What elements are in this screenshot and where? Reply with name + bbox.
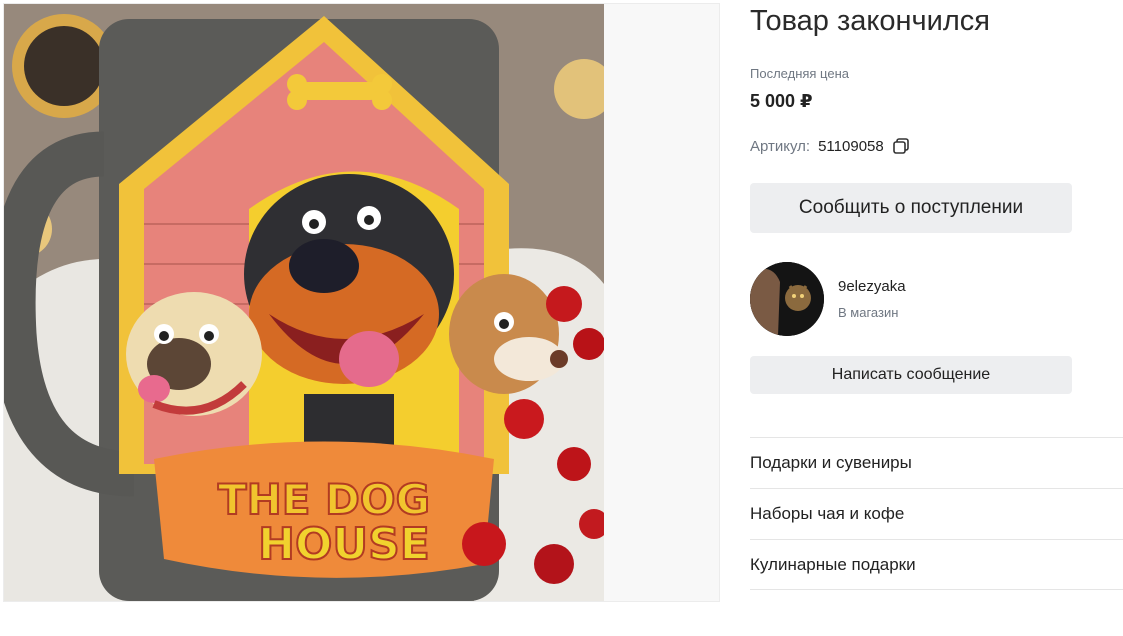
copy-icon[interactable] [892, 137, 910, 155]
write-message-button[interactable]: Написать сообщение [750, 356, 1072, 394]
last-price-value: 5 000 ₽ [750, 91, 813, 111]
notify-availability-button[interactable]: Сообщить о поступлении [750, 183, 1072, 233]
category-item[interactable]: Кулинарные подарки [750, 539, 1123, 590]
seller-name[interactable]: 9elezyaka [838, 278, 906, 295]
sku-label: Артикул: [750, 137, 811, 155]
product-photo[interactable]: THE DOG HOUSE [4, 4, 604, 601]
product-gallery[interactable]: THE DOG HOUSE [3, 3, 720, 602]
seller-card: 9elezyaka В магазин [750, 262, 906, 336]
store-link[interactable]: В магазин [838, 305, 906, 320]
category-item[interactable]: Подарки и сувениры [750, 437, 1123, 488]
svg-text:THE DOG: THE DOG [218, 475, 430, 524]
sku-value: 51109058 [818, 137, 884, 155]
sku-row: Артикул: 51109058 [750, 137, 910, 155]
svg-text:HOUSE: HOUSE [258, 519, 430, 570]
category-list: Подарки и сувениры Наборы чая и кофе Кул… [750, 437, 1123, 590]
mug-illustration: THE DOG HOUSE [4, 4, 604, 601]
category-item[interactable]: Наборы чая и кофе [750, 488, 1123, 539]
last-price-label: Последняя цена [750, 66, 849, 81]
avatar[interactable] [750, 262, 824, 336]
page-title: Товар закончился [750, 5, 990, 37]
